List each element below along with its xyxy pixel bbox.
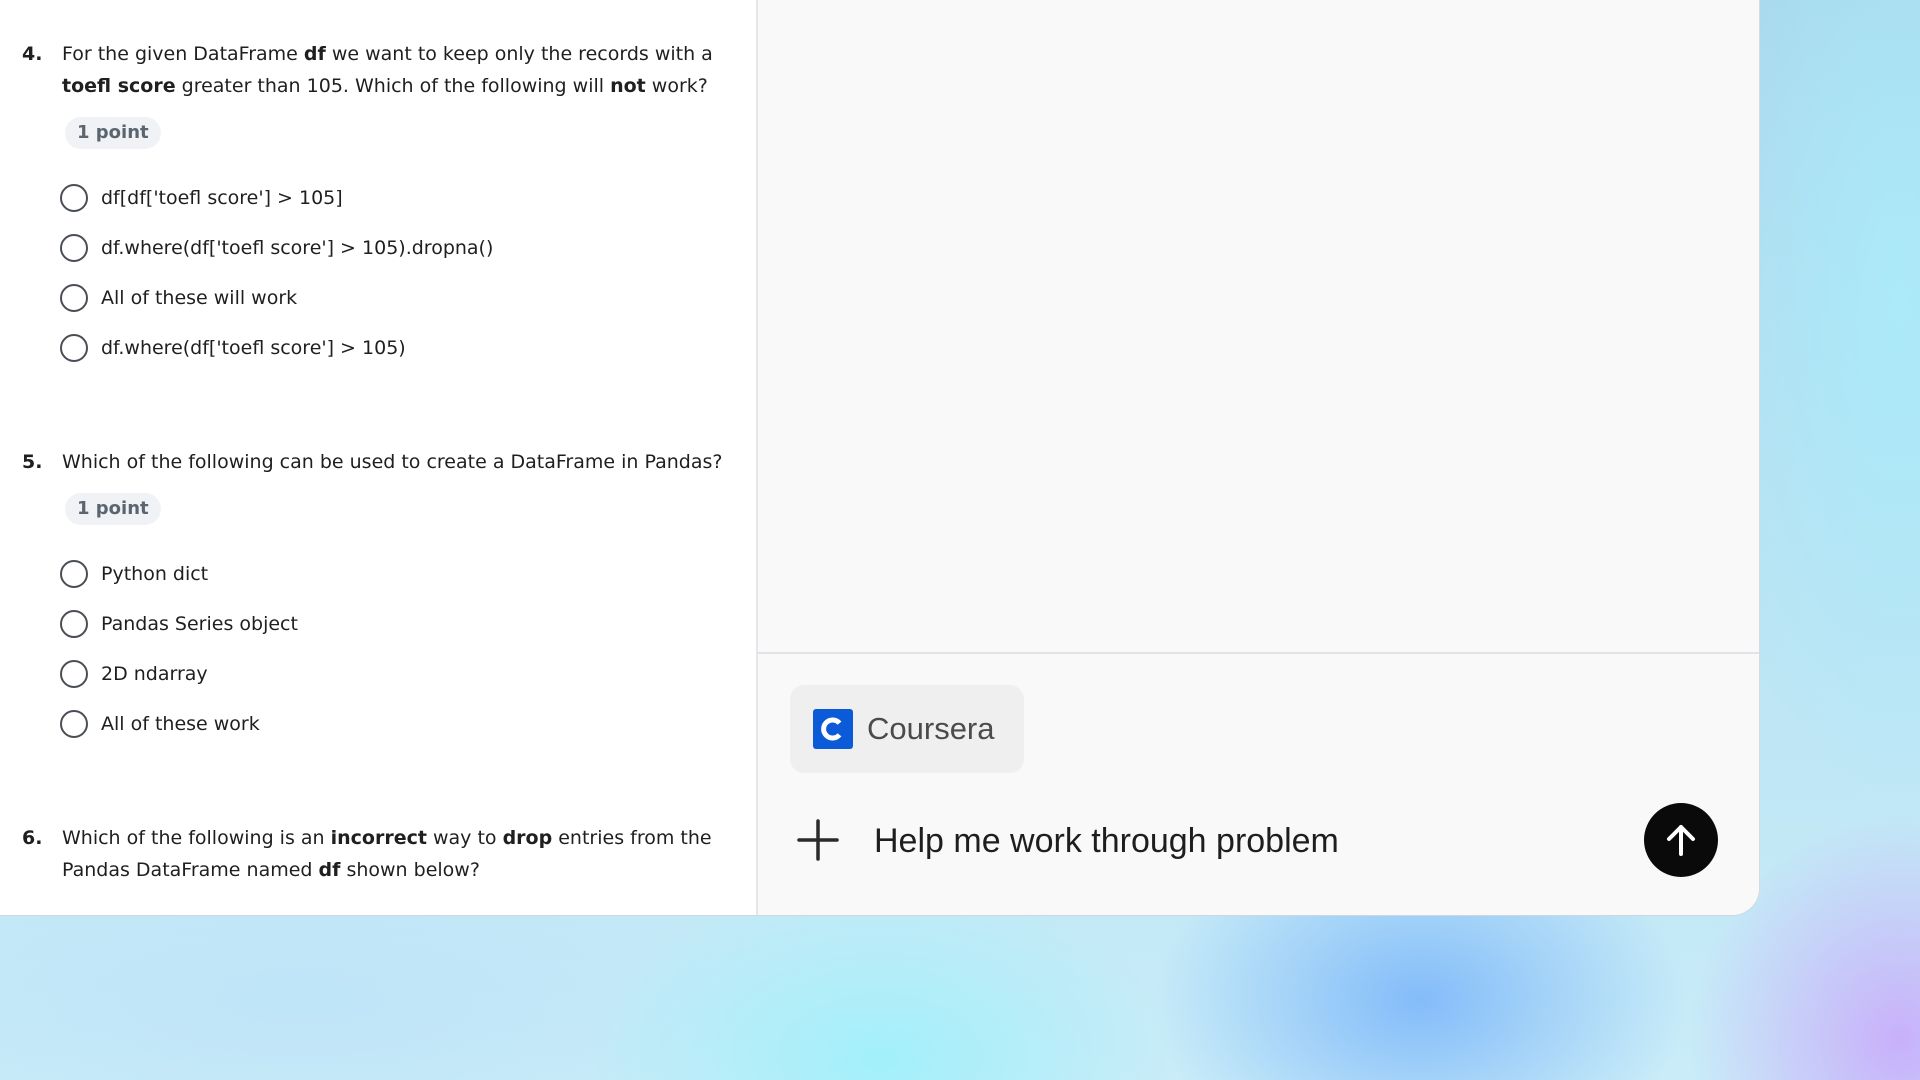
plus-icon — [797, 819, 839, 861]
quiz-panel: 4. For the given DataFrame df we want to… — [0, 0, 756, 915]
option-label: df.where(df['toefl score'] > 105) — [101, 337, 406, 359]
option-label: All of these will work — [101, 287, 298, 309]
option-label: Pandas Series object — [101, 613, 298, 635]
points-badge: 1 point — [65, 493, 161, 525]
answer-option[interactable]: Python dict — [60, 557, 208, 591]
assistant-panel: Coursera — [758, 0, 1759, 915]
answer-option[interactable]: df.where(df['toefl score'] > 105) — [60, 331, 406, 365]
source-chip-label: Coursera — [867, 711, 995, 746]
app-window: 4. For the given DataFrame df we want to… — [0, 0, 1760, 916]
add-attachment-button[interactable] — [796, 818, 840, 862]
answer-option[interactable]: df[df['toefl score'] > 105] — [60, 181, 343, 215]
composer-divider — [758, 652, 1759, 654]
question-text: Which of the following is an incorrect w… — [62, 827, 712, 881]
answer-option[interactable]: Pandas Series object — [60, 607, 298, 641]
radio-button[interactable] — [60, 610, 88, 638]
option-label: 2D ndarray — [101, 663, 208, 685]
question-number: 5. — [22, 451, 43, 473]
question-text: Which of the following can be used to cr… — [62, 451, 723, 473]
radio-button[interactable] — [60, 560, 88, 588]
option-label: All of these work — [101, 713, 260, 735]
radio-button[interactable] — [60, 184, 88, 212]
question-number: 6. — [22, 827, 43, 849]
question-number: 4. — [22, 43, 43, 65]
answer-option[interactable]: 2D ndarray — [60, 657, 208, 691]
radio-button[interactable] — [60, 234, 88, 262]
answer-option[interactable]: All of these work — [60, 707, 260, 741]
answer-option[interactable]: All of these will work — [60, 281, 297, 315]
source-chip-coursera[interactable]: Coursera — [790, 685, 1024, 773]
send-button[interactable] — [1644, 803, 1718, 877]
coursera-logo-icon — [813, 709, 853, 749]
points-badge: 1 point — [65, 117, 161, 149]
option-label: Python dict — [101, 563, 209, 585]
question-text: For the given DataFrame df we want to ke… — [62, 43, 713, 97]
answer-option[interactable]: df.where(df['toefl score'] > 105).dropna… — [60, 231, 493, 265]
arrow-up-icon — [1667, 825, 1695, 856]
radio-button[interactable] — [60, 284, 88, 312]
option-label: df.where(df['toefl score'] > 105).dropna… — [101, 237, 494, 259]
prompt-input[interactable] — [874, 815, 1654, 867]
radio-button[interactable] — [60, 334, 88, 362]
radio-button[interactable] — [60, 660, 88, 688]
radio-button[interactable] — [60, 710, 88, 738]
option-label: df[df['toefl score'] > 105] — [101, 187, 343, 209]
